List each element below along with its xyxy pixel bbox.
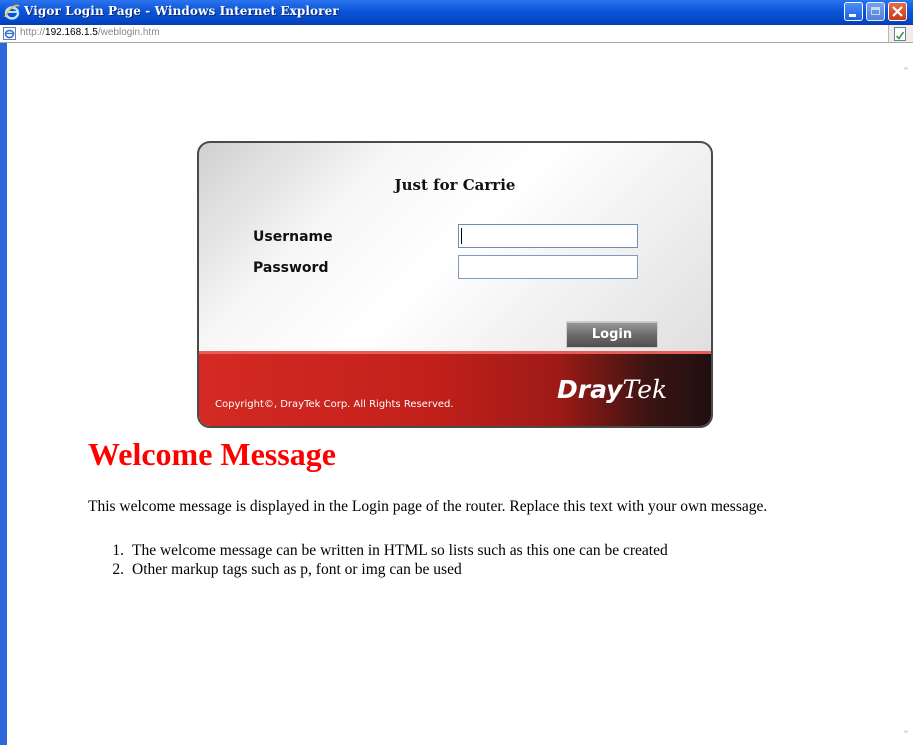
address-prefix: http:// (20, 27, 46, 38)
list-item: 1. The welcome message can be written in … (92, 541, 668, 560)
maximize-button[interactable] (866, 2, 885, 21)
list-text: Other markup tags such as p, font or img… (132, 561, 462, 578)
address-url: http://192.168.1.5/weblogin.htm (20, 27, 160, 38)
login-header: Just for Carrie (394, 176, 516, 194)
copyright-text: Copyright©, DrayTek Corp. All Rights Res… (215, 399, 454, 410)
address-bar: http://192.168.1.5/weblogin.htm (0, 25, 913, 43)
login-panel: Just for Carrie Username Password Login … (197, 141, 713, 428)
password-label: Password (253, 260, 329, 276)
window-left-border (0, 43, 7, 745)
list-item: 2. Other markup tags such as p, font or i… (92, 560, 668, 579)
page-status-icon[interactable] (893, 27, 907, 41)
close-button[interactable] (888, 2, 907, 21)
address-host: 192.168.1.5 (45, 27, 98, 38)
scroll-up-icon[interactable]: ⌃ (900, 65, 912, 79)
scroll-down-icon[interactable]: ⌄ (900, 723, 912, 737)
ie-logo-icon (4, 4, 20, 20)
welcome-text: This welcome message is displayed in the… (88, 498, 768, 515)
window-titlebar[interactable]: Vigor Login Page - Windows Internet Expl… (0, 0, 913, 26)
list-number: 1. (112, 542, 124, 559)
username-label: Username (253, 229, 333, 245)
address-path: /weblogin.htm (97, 27, 160, 38)
window-title: Vigor Login Page - Windows Internet Expl… (24, 4, 339, 18)
draytek-logo: DrayTek (557, 375, 667, 404)
welcome-list: 1. The welcome message can be written in … (92, 541, 668, 579)
username-input[interactable] (458, 224, 638, 248)
vertical-scrollbar[interactable]: ⌃ ⌄ (899, 43, 913, 745)
page-icon (3, 27, 16, 40)
close-icon (892, 6, 903, 17)
text-caret (461, 228, 462, 244)
list-number: 2. (112, 561, 124, 578)
login-button[interactable]: Login (566, 321, 658, 348)
welcome-heading: Welcome Message (88, 436, 336, 472)
address-field[interactable]: http://192.168.1.5/weblogin.htm (0, 25, 889, 42)
login-footer: Copyright©, DrayTek Corp. All Rights Res… (199, 351, 711, 426)
brand-part1: Dray (557, 375, 623, 404)
footer-stripe (199, 351, 711, 354)
list-text: The welcome message can be written in HT… (132, 542, 668, 559)
brand-part2: Tek (622, 375, 668, 404)
password-input[interactable] (458, 255, 638, 279)
minimize-button[interactable] (844, 2, 863, 21)
